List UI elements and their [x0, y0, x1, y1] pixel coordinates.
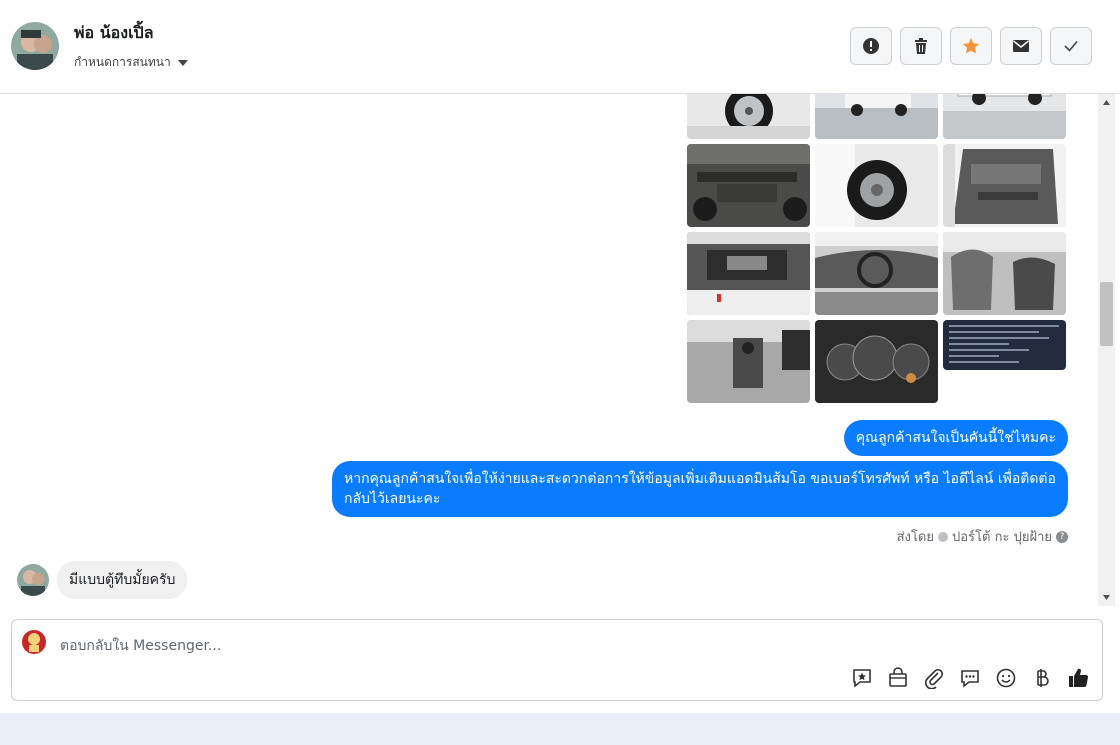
- mark-unread-button[interactable]: [1000, 27, 1042, 65]
- outgoing-message[interactable]: หากคุณลูกค้าสนใจเพื่อให้ง่ายและสะดวกต่อก…: [332, 461, 1068, 517]
- page-footer-band: [0, 713, 1120, 745]
- assign-label: กำหนดการสนทนา: [74, 55, 171, 69]
- saved-reply-icon[interactable]: [850, 666, 874, 690]
- help-icon[interactable]: ?: [1056, 530, 1068, 543]
- photo-attachment-grid: [687, 94, 1066, 403]
- gear-shift-photo[interactable]: [687, 320, 810, 403]
- conversation-header: พ่อ น้องเปิ้ล กำหนดการสนทนา: [0, 0, 1120, 94]
- shop-bag-icon[interactable]: [886, 666, 910, 690]
- scroll-up-icon[interactable]: [1102, 98, 1111, 107]
- dashboard-photo[interactable]: [815, 232, 938, 315]
- sent-by-label: ส่งโดย ปอร์โต้ กะ ปุยฝ้าย ?: [897, 526, 1068, 547]
- thread-scrollbar[interactable]: [1098, 94, 1115, 606]
- star-icon: [963, 38, 979, 54]
- spare-tire-photo[interactable]: [815, 144, 938, 227]
- seats-photo[interactable]: [943, 232, 1066, 315]
- engine-photo[interactable]: [687, 232, 810, 315]
- conversation-actions: [850, 27, 1092, 65]
- reply-composer[interactable]: ตอบกลับใน Messenger...: [11, 619, 1103, 701]
- mark-spam-button[interactable]: [850, 27, 892, 65]
- composer-toolbar: [850, 666, 1090, 690]
- assign-conversation-dropdown[interactable]: กำหนดการสนทนา: [74, 53, 189, 72]
- scroll-thumb[interactable]: [1100, 282, 1113, 346]
- check-icon: [1064, 40, 1078, 52]
- baht-icon[interactable]: [1030, 666, 1054, 690]
- incoming-message-row: มีแบบตู้ทึบมั้ยครับ: [17, 561, 188, 599]
- mark-done-button[interactable]: [1050, 27, 1092, 65]
- page-avatar: [20, 628, 48, 656]
- star-button[interactable]: [950, 27, 992, 65]
- incoming-message[interactable]: มีแบบตู้ทึบมั้ยครับ: [57, 561, 188, 599]
- attachment-icon[interactable]: [922, 666, 946, 690]
- chat-bubble-icon[interactable]: [958, 666, 982, 690]
- delete-button[interactable]: [900, 27, 942, 65]
- trash-icon: [915, 38, 927, 54]
- message-thread[interactable]: คุณลูกค้าสนใจเป็นคันนี้ใช่ไหมคะ หากคุณลู…: [0, 94, 1098, 606]
- exclamation-icon: [863, 38, 879, 54]
- door-interior-photo[interactable]: [943, 144, 1066, 227]
- outgoing-message[interactable]: คุณลูกค้าสนใจเป็นคันนี้ใช่ไหมคะ: [843, 420, 1068, 456]
- contact-avatar[interactable]: [11, 22, 59, 70]
- sender-avatar-icon: [938, 531, 948, 542]
- sent-by-prefix: ส่งโดย: [896, 530, 934, 545]
- scroll-down-icon[interactable]: [1102, 593, 1111, 602]
- contact-name[interactable]: พ่อ น้องเปิ้ล: [74, 21, 154, 46]
- sent-by-name: ปอร์โต้ กะ ปุยฝ้าย: [952, 530, 1052, 545]
- truck-side-photo[interactable]: [943, 94, 1066, 139]
- wheel-photo[interactable]: [687, 94, 810, 139]
- contact-avatar-small[interactable]: [17, 564, 49, 596]
- undercarriage-photo[interactable]: [687, 144, 810, 227]
- emoji-icon[interactable]: [994, 666, 1018, 690]
- reply-input[interactable]: ตอบกลับใน Messenger...: [60, 635, 221, 657]
- thumbs-up-icon[interactable]: [1066, 666, 1090, 690]
- caret-down-icon: [177, 59, 188, 66]
- spec-sheet-photo[interactable]: [943, 320, 1066, 370]
- gauge-cluster-photo[interactable]: [815, 320, 938, 403]
- envelope-icon: [1013, 40, 1029, 52]
- truck-rear-photo[interactable]: [815, 94, 938, 139]
